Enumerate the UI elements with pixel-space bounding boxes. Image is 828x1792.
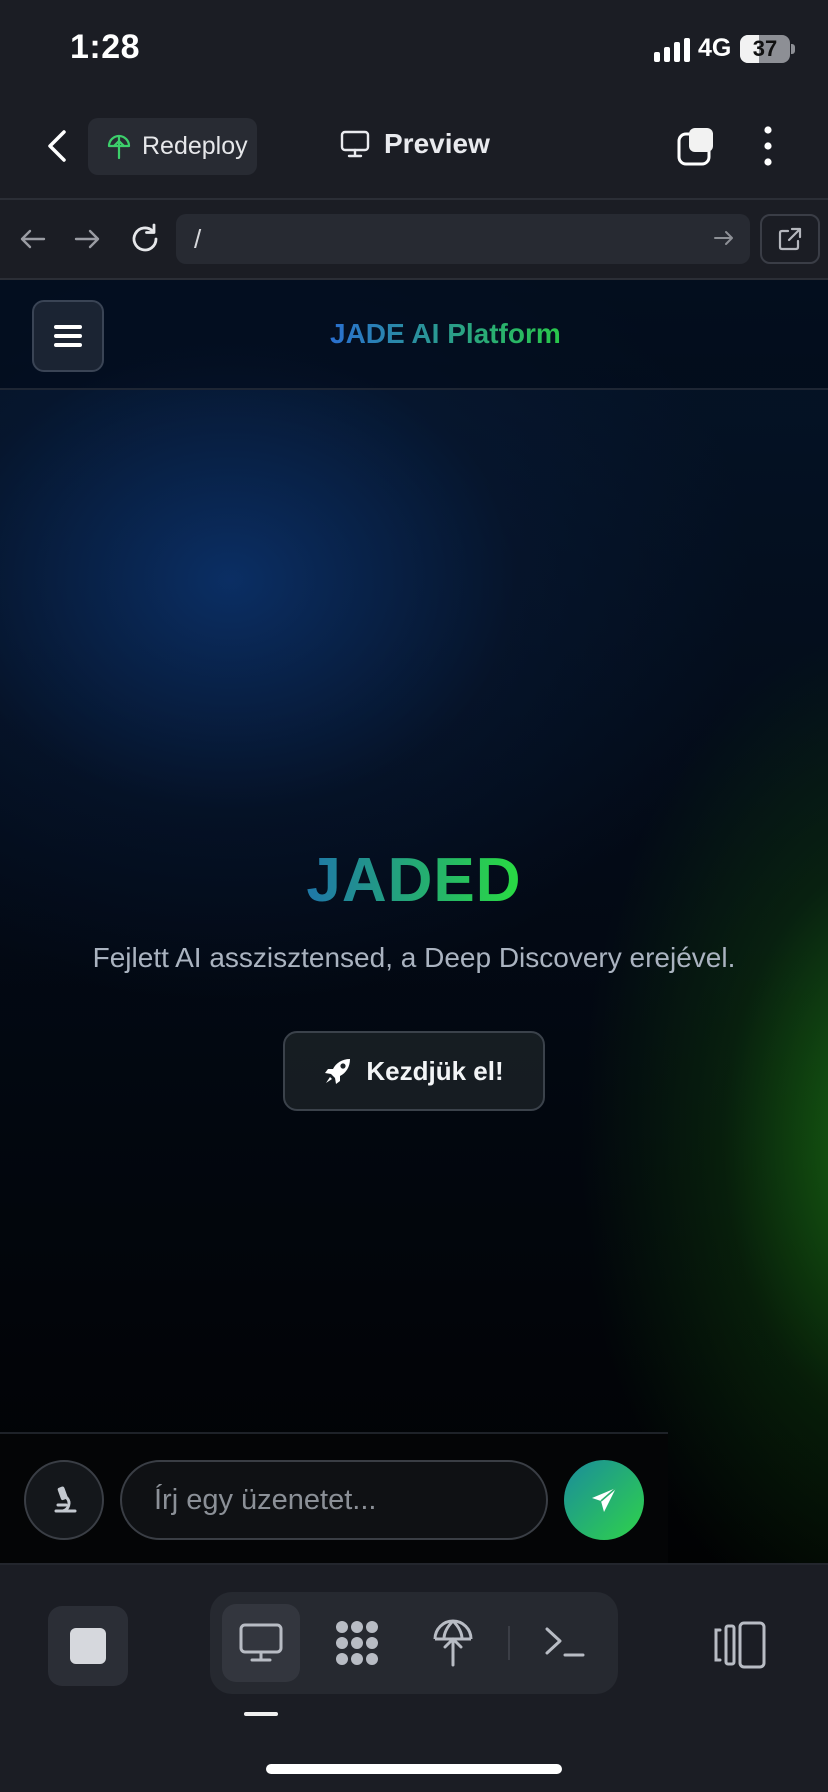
hero-title: JADED: [0, 845, 828, 916]
grid-dots-icon: [336, 1621, 378, 1665]
hero-subtitle: Fejlett AI asszisztensed, a Deep Discove…: [92, 942, 736, 973]
redeploy-button[interactable]: Redeploy: [88, 118, 257, 175]
arrow-right-icon[interactable]: [70, 222, 104, 256]
url-text: /: [194, 223, 202, 254]
preview-tool-button[interactable]: [222, 1604, 300, 1682]
microscope-icon: [54, 1486, 77, 1513]
battery-tip: [791, 44, 795, 54]
battery-icon: 37: [740, 35, 790, 63]
external-link-icon: [778, 227, 802, 251]
app-screen: 1:28 4G 37 Redeploy Preview / JADE AI Pl…: [0, 0, 828, 1792]
signal-icon: [654, 38, 690, 62]
go-arrow-icon[interactable]: [712, 226, 736, 250]
redeploy-label: Redeploy: [142, 132, 248, 160]
deploy-tool-button[interactable]: [414, 1604, 492, 1682]
workflow-tool-button[interactable]: [318, 1604, 396, 1682]
globe-upload-icon: [433, 1619, 473, 1667]
home-indicator[interactable]: [266, 1764, 562, 1774]
start-button-label: Kezdjük el!: [366, 1055, 504, 1086]
send-button[interactable]: [564, 1460, 644, 1540]
network-type: 4G: [698, 34, 732, 62]
battery-level: 37: [752, 36, 778, 61]
rocket-icon: [325, 1059, 351, 1084]
arrow-left-icon[interactable]: [16, 222, 50, 256]
open-external-button[interactable]: [760, 214, 820, 264]
monitor-icon: [340, 130, 370, 158]
url-input[interactable]: /: [176, 214, 750, 264]
web-preview: JADE AI Platform JADED Fejlett AI asszis…: [0, 280, 828, 1563]
chevron-left-icon[interactable]: [38, 126, 78, 166]
stop-button[interactable]: [48, 1606, 128, 1686]
shell-tool-button[interactable]: [526, 1604, 604, 1682]
toolbar-separator: [508, 1626, 510, 1660]
menu-button[interactable]: [32, 300, 104, 372]
site-title[interactable]: JADE AI Platform: [330, 318, 561, 350]
terminal-icon: [545, 1627, 585, 1657]
umbrella-deploy-icon: [107, 134, 131, 159]
monitor-icon: [239, 1623, 283, 1662]
tool-group: [210, 1592, 618, 1694]
reload-icon[interactable]: [128, 222, 162, 256]
header-divider: [0, 198, 828, 200]
stop-icon: [70, 1628, 106, 1664]
site-header: JADE AI Platform: [0, 280, 828, 390]
start-button[interactable]: Kezdjük el!: [283, 1031, 545, 1111]
active-tab-indicator: [244, 1712, 278, 1716]
tabs-icon[interactable]: [676, 126, 716, 166]
page-title: Preview: [340, 128, 490, 160]
microscope-button[interactable]: [24, 1460, 104, 1540]
hamburger-menu-icon: [54, 325, 82, 347]
more-vertical-icon[interactable]: [752, 124, 784, 168]
send-icon: [592, 1487, 617, 1512]
message-input[interactable]: [120, 1460, 548, 1540]
status-time: 1:28: [70, 28, 141, 66]
page-title-label: Preview: [384, 128, 490, 159]
split-layout-icon[interactable]: [712, 1620, 768, 1670]
